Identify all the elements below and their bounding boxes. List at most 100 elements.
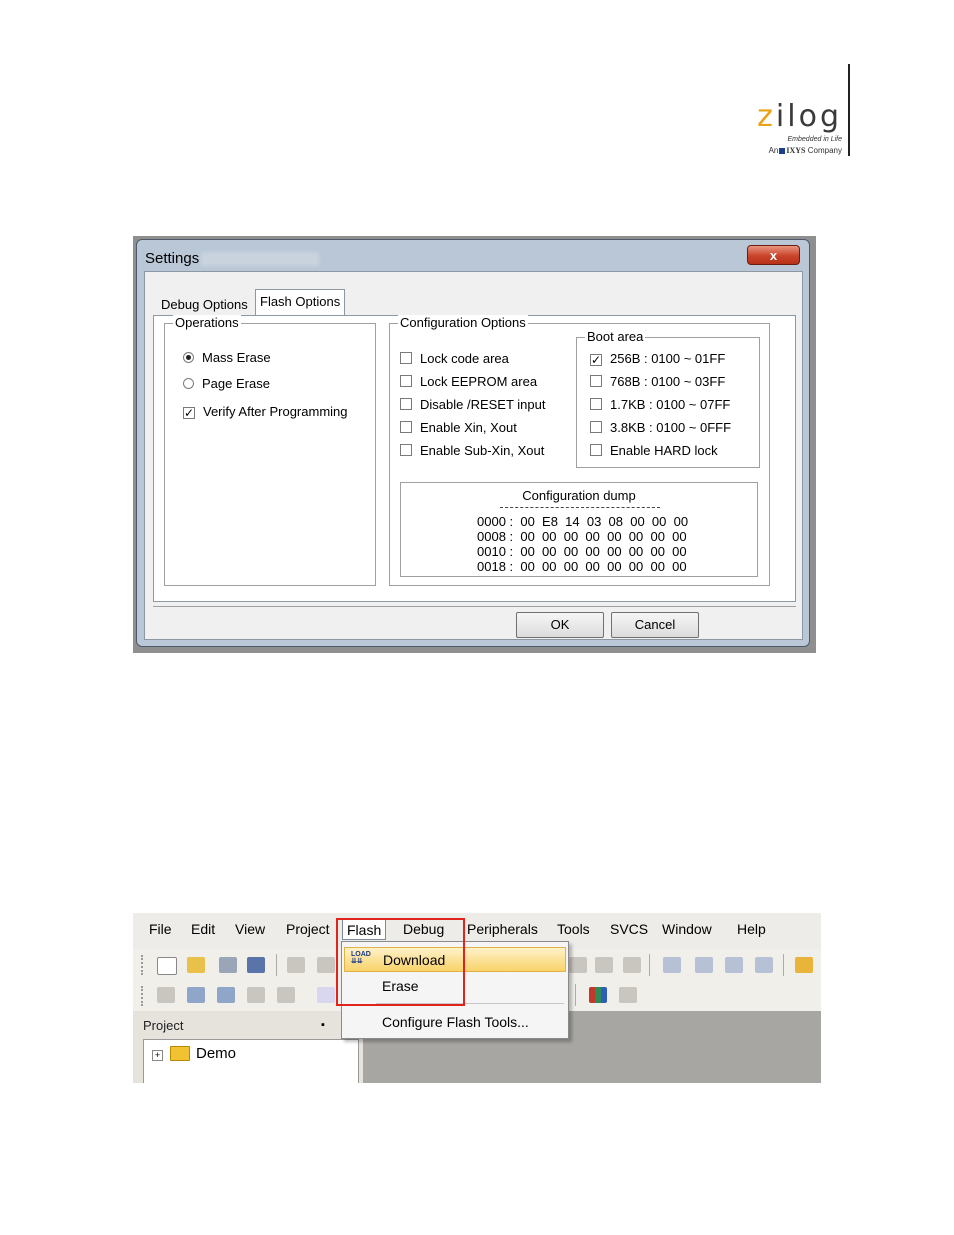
menu-project[interactable]: Project [286, 921, 330, 937]
boot-area-group: Boot area ✓ 256B : 0100 ~ 01FF 768B : 010… [576, 329, 760, 468]
peripherals-icon[interactable] [589, 987, 607, 1003]
dialog-body: Debug Options Flash Options Operations M… [144, 271, 803, 640]
toolbar-grip [141, 986, 146, 1006]
blurred-caption [201, 252, 319, 266]
radio-selected-icon [183, 352, 194, 363]
lock-eeprom-checkbox[interactable]: Lock EEPROM area [400, 374, 537, 389]
save-icon[interactable] [219, 957, 237, 973]
toolbar-separator [783, 954, 784, 976]
settings-dialog: Settings x Debug Options Flash Options O… [136, 239, 810, 647]
copy-icon[interactable] [317, 957, 335, 973]
radio-icon [183, 378, 194, 389]
project-pane: Project ▪ + Demo [133, 1011, 363, 1083]
find-icon[interactable] [569, 957, 587, 973]
logo-wordmark: zilog [757, 99, 842, 134]
clean-icon[interactable] [277, 987, 295, 1003]
menu-tools[interactable]: Tools [557, 921, 590, 937]
menu-help[interactable]: Help [737, 921, 766, 937]
menu-item-configure-flash-tools[interactable]: Configure Flash Tools... [344, 1010, 566, 1035]
new-file-icon[interactable] [157, 957, 177, 975]
expand-icon[interactable]: + [152, 1050, 163, 1061]
workspace-icon[interactable] [795, 957, 813, 973]
boot-256b-checkbox[interactable]: ✓ 256B : 0100 ~ 01FF [590, 351, 725, 366]
dump-row: 0018 : 00 00 00 00 00 00 00 00 [477, 559, 687, 574]
project-pane-title: Project [143, 1018, 184, 1033]
rebuild-icon[interactable] [217, 987, 235, 1003]
tab-debug-options[interactable]: Debug Options [157, 294, 252, 316]
highlight-box [336, 918, 465, 1006]
checkbox-icon [590, 398, 602, 410]
menu-peripherals[interactable]: Peripherals [467, 921, 538, 937]
menu-file[interactable]: File [149, 921, 172, 937]
indent-icon[interactable] [663, 957, 681, 973]
ide-screenshot: File Edit View Project Flash Debug Perip… [133, 913, 821, 1083]
menu-edit[interactable]: Edit [191, 921, 215, 937]
cut-icon[interactable] [287, 957, 305, 973]
project-tree: + Demo [143, 1039, 359, 1083]
enable-xin-checkbox[interactable]: Enable Xin, Xout [400, 420, 517, 435]
enable-subxin-checkbox[interactable]: Enable Sub-Xin, Xout [400, 443, 544, 458]
button-divider [153, 606, 796, 607]
zilog-logo: zilog Embedded in Life An IXYS Company [752, 100, 848, 160]
lock-code-checkbox[interactable]: Lock code area [400, 351, 509, 366]
settings-screenshot: Settings x Debug Options Flash Options O… [133, 236, 816, 653]
comment-icon[interactable] [725, 957, 743, 973]
menu-svcs[interactable]: SVCS [610, 921, 648, 937]
checkbox-icon [590, 444, 602, 456]
mass-erase-radio[interactable]: Mass Erase [183, 350, 271, 365]
dump-title: Configuration dump [522, 488, 636, 503]
verify-checkbox[interactable]: ✓ Verify After Programming [183, 404, 348, 419]
operations-group: Operations Mass Erase Page Erase ✓ Verify… [164, 315, 376, 586]
find-next-icon[interactable] [595, 957, 613, 973]
uncomment-icon[interactable] [755, 957, 773, 973]
stop-build-icon[interactable] [247, 987, 265, 1003]
checkmark-icon: ✓ [590, 353, 602, 367]
toolbar-grip [141, 955, 146, 975]
checkbox-icon [400, 398, 412, 410]
checkbox-icon [400, 421, 412, 433]
logo-ixys: An IXYS Company [768, 146, 842, 155]
dump-row: 0010 : 00 00 00 00 00 00 00 00 [477, 544, 687, 559]
checkbox-icon [590, 421, 602, 433]
page-erase-radio[interactable]: Page Erase [183, 376, 270, 391]
checkmark-icon: ✓ [183, 406, 195, 420]
tab-flash-options[interactable]: Flash Options [255, 289, 346, 315]
configuration-group: Configuration Options Lock code area Loc… [389, 315, 770, 586]
replace-icon[interactable] [623, 957, 641, 973]
checkbox-icon [400, 444, 412, 456]
compile-icon[interactable] [157, 987, 175, 1003]
toolbar-separator [276, 954, 277, 976]
boot-area-label: Boot area [585, 329, 646, 344]
checkbox-icon [590, 375, 602, 387]
dump-row: 0000 : 00 E8 14 03 08 00 00 00 [477, 514, 689, 529]
close-button[interactable]: x [747, 245, 800, 265]
logo-tagline: Embedded in Life [787, 136, 842, 143]
header-rule [848, 64, 850, 156]
save-all-icon[interactable] [247, 957, 265, 973]
pin-icon[interactable]: ▪ [321, 1019, 325, 1031]
cancel-button[interactable]: Cancel [611, 612, 699, 638]
configuration-dump: Configuration dump 0000 : 00 E8 14 03 08… [400, 482, 758, 577]
disable-reset-checkbox[interactable]: Disable /RESET input [400, 397, 546, 412]
dialog-title: Settings [145, 250, 200, 267]
menu-view[interactable]: View [235, 921, 265, 937]
boot-3k8-checkbox[interactable]: 3.8KB : 0100 ~ 0FFF [590, 420, 731, 435]
window-icon[interactable] [619, 987, 637, 1003]
build-icon[interactable] [187, 987, 205, 1003]
menu-window[interactable]: Window [662, 921, 712, 937]
folder-icon [170, 1046, 190, 1061]
flash-options-panel: Operations Mass Erase Page Erase ✓ Verify… [153, 315, 796, 602]
tree-item-demo[interactable]: Demo [196, 1045, 236, 1062]
boot-1k7-checkbox[interactable]: 1.7KB : 0100 ~ 07FF [590, 397, 730, 412]
open-folder-icon[interactable] [187, 957, 205, 973]
checkbox-icon [400, 375, 412, 387]
dump-row: 0008 : 00 00 00 00 00 00 00 00 [477, 529, 687, 544]
checkbox-icon [400, 352, 412, 364]
hard-lock-checkbox[interactable]: Enable HARD lock [590, 443, 718, 458]
toolbar-separator [575, 984, 576, 1006]
toolbar-separator [649, 954, 650, 976]
ok-button[interactable]: OK [516, 612, 604, 638]
outdent-icon[interactable] [695, 957, 713, 973]
download-toolbar-icon[interactable] [317, 987, 335, 1003]
boot-768b-checkbox[interactable]: 768B : 0100 ~ 03FF [590, 374, 725, 389]
